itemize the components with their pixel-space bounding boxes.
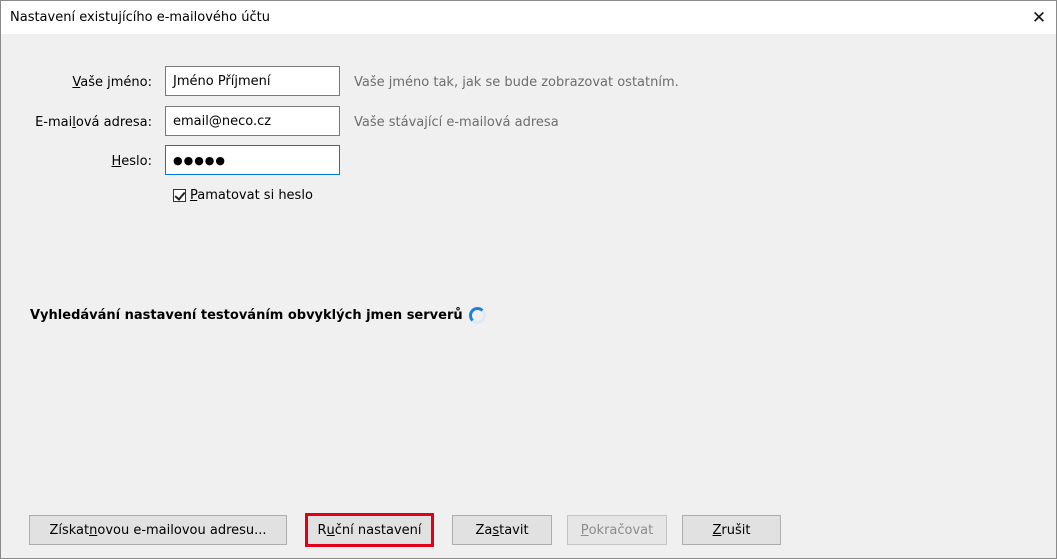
name-hint: Vaše jméno tak, jak se bude zobrazovat o…	[354, 75, 679, 90]
password-mask: ●●●●●	[173, 153, 226, 167]
account-setup-dialog: Nastavení existujícího e-mailového účtu …	[0, 0, 1057, 559]
loading-spinner-icon	[468, 307, 486, 324]
remember-password-row[interactable]: Pamatovat si heslo	[173, 188, 313, 203]
name-label: Vaše jméno:	[72, 75, 152, 90]
manual-config-button[interactable]: Ru ční nastavení	[305, 513, 434, 547]
close-button[interactable]: ✕	[1022, 1, 1056, 34]
email-input[interactable]: email@neco.cz	[165, 106, 340, 136]
get-new-address-button[interactable]: Získat n ovou e-mailovou adresu...	[29, 515, 287, 545]
remember-password-checkbox[interactable]	[173, 189, 186, 202]
continue-button[interactable]: Pokračovat	[567, 515, 667, 545]
dialog-title: Nastavení existujícího e-mailového účtu	[10, 10, 270, 25]
close-icon: ✕	[1031, 7, 1047, 28]
cancel-button[interactable]: Zrušit	[682, 515, 781, 545]
email-hint: Vaše stávající e-mailová adresa	[354, 115, 559, 130]
status-text: Vyhledávání nastavení testováním obvyklý…	[30, 308, 463, 323]
status-message: Vyhledávání nastavení testováním obvyklý…	[30, 307, 486, 324]
password-label: Heslo:	[111, 154, 153, 169]
name-input[interactable]: Jméno Příjmení	[165, 66, 340, 96]
password-input[interactable]: ●●●●●	[165, 145, 340, 175]
title-bar: Nastavení existujícího e-mailového účtu …	[1, 1, 1056, 34]
remember-password-label: Pamatovat si heslo	[190, 188, 313, 203]
stop-button[interactable]: Za s tavit	[452, 515, 552, 545]
email-label: E-mailová adresa:	[35, 115, 152, 130]
